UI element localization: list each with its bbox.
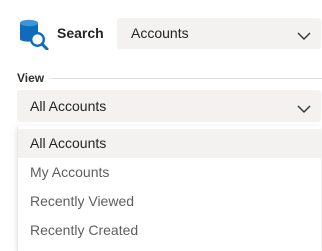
view-option-label: My Accounts [30, 164, 110, 180]
view-option-label: Recently Created [30, 222, 139, 238]
view-select[interactable]: All Accounts [17, 90, 321, 122]
view-option-label: All Accounts [30, 135, 107, 151]
view-option-my-accounts[interactable]: My Accounts [18, 158, 321, 187]
view-dropdown-list: All Accounts My Accounts Recently Viewed… [17, 126, 321, 251]
search-panel: Search Accounts View All Accounts All Ac… [0, 0, 322, 251]
database-search-icon [18, 17, 49, 51]
view-select-value: All Accounts [30, 98, 107, 114]
chevron-down-icon [297, 101, 311, 113]
view-divider [49, 78, 322, 79]
view-label: View [17, 71, 45, 85]
search-label: Search [57, 25, 104, 41]
view-option-all-accounts[interactable]: All Accounts [18, 129, 321, 158]
chevron-down-icon [297, 28, 311, 40]
view-option-recently-viewed[interactable]: Recently Viewed [18, 187, 321, 216]
entity-select[interactable]: Accounts [117, 18, 321, 49]
view-option-label: Recently Viewed [30, 193, 135, 209]
view-option-recently-created[interactable]: Recently Created [18, 216, 321, 245]
entity-select-value: Accounts [131, 25, 189, 41]
